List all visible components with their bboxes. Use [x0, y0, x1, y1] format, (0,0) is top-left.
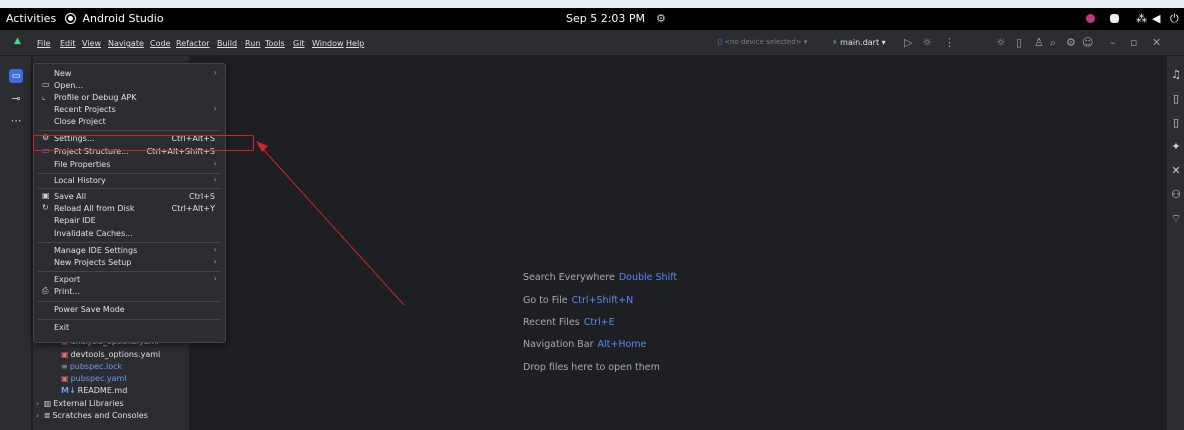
arrow-head [256, 141, 268, 152]
arrow-line [261, 147, 405, 306]
annotation-arrow [256, 141, 405, 306]
screen: Activities Android Studio Sep 5 2:03 PM … [0, 8, 1184, 430]
